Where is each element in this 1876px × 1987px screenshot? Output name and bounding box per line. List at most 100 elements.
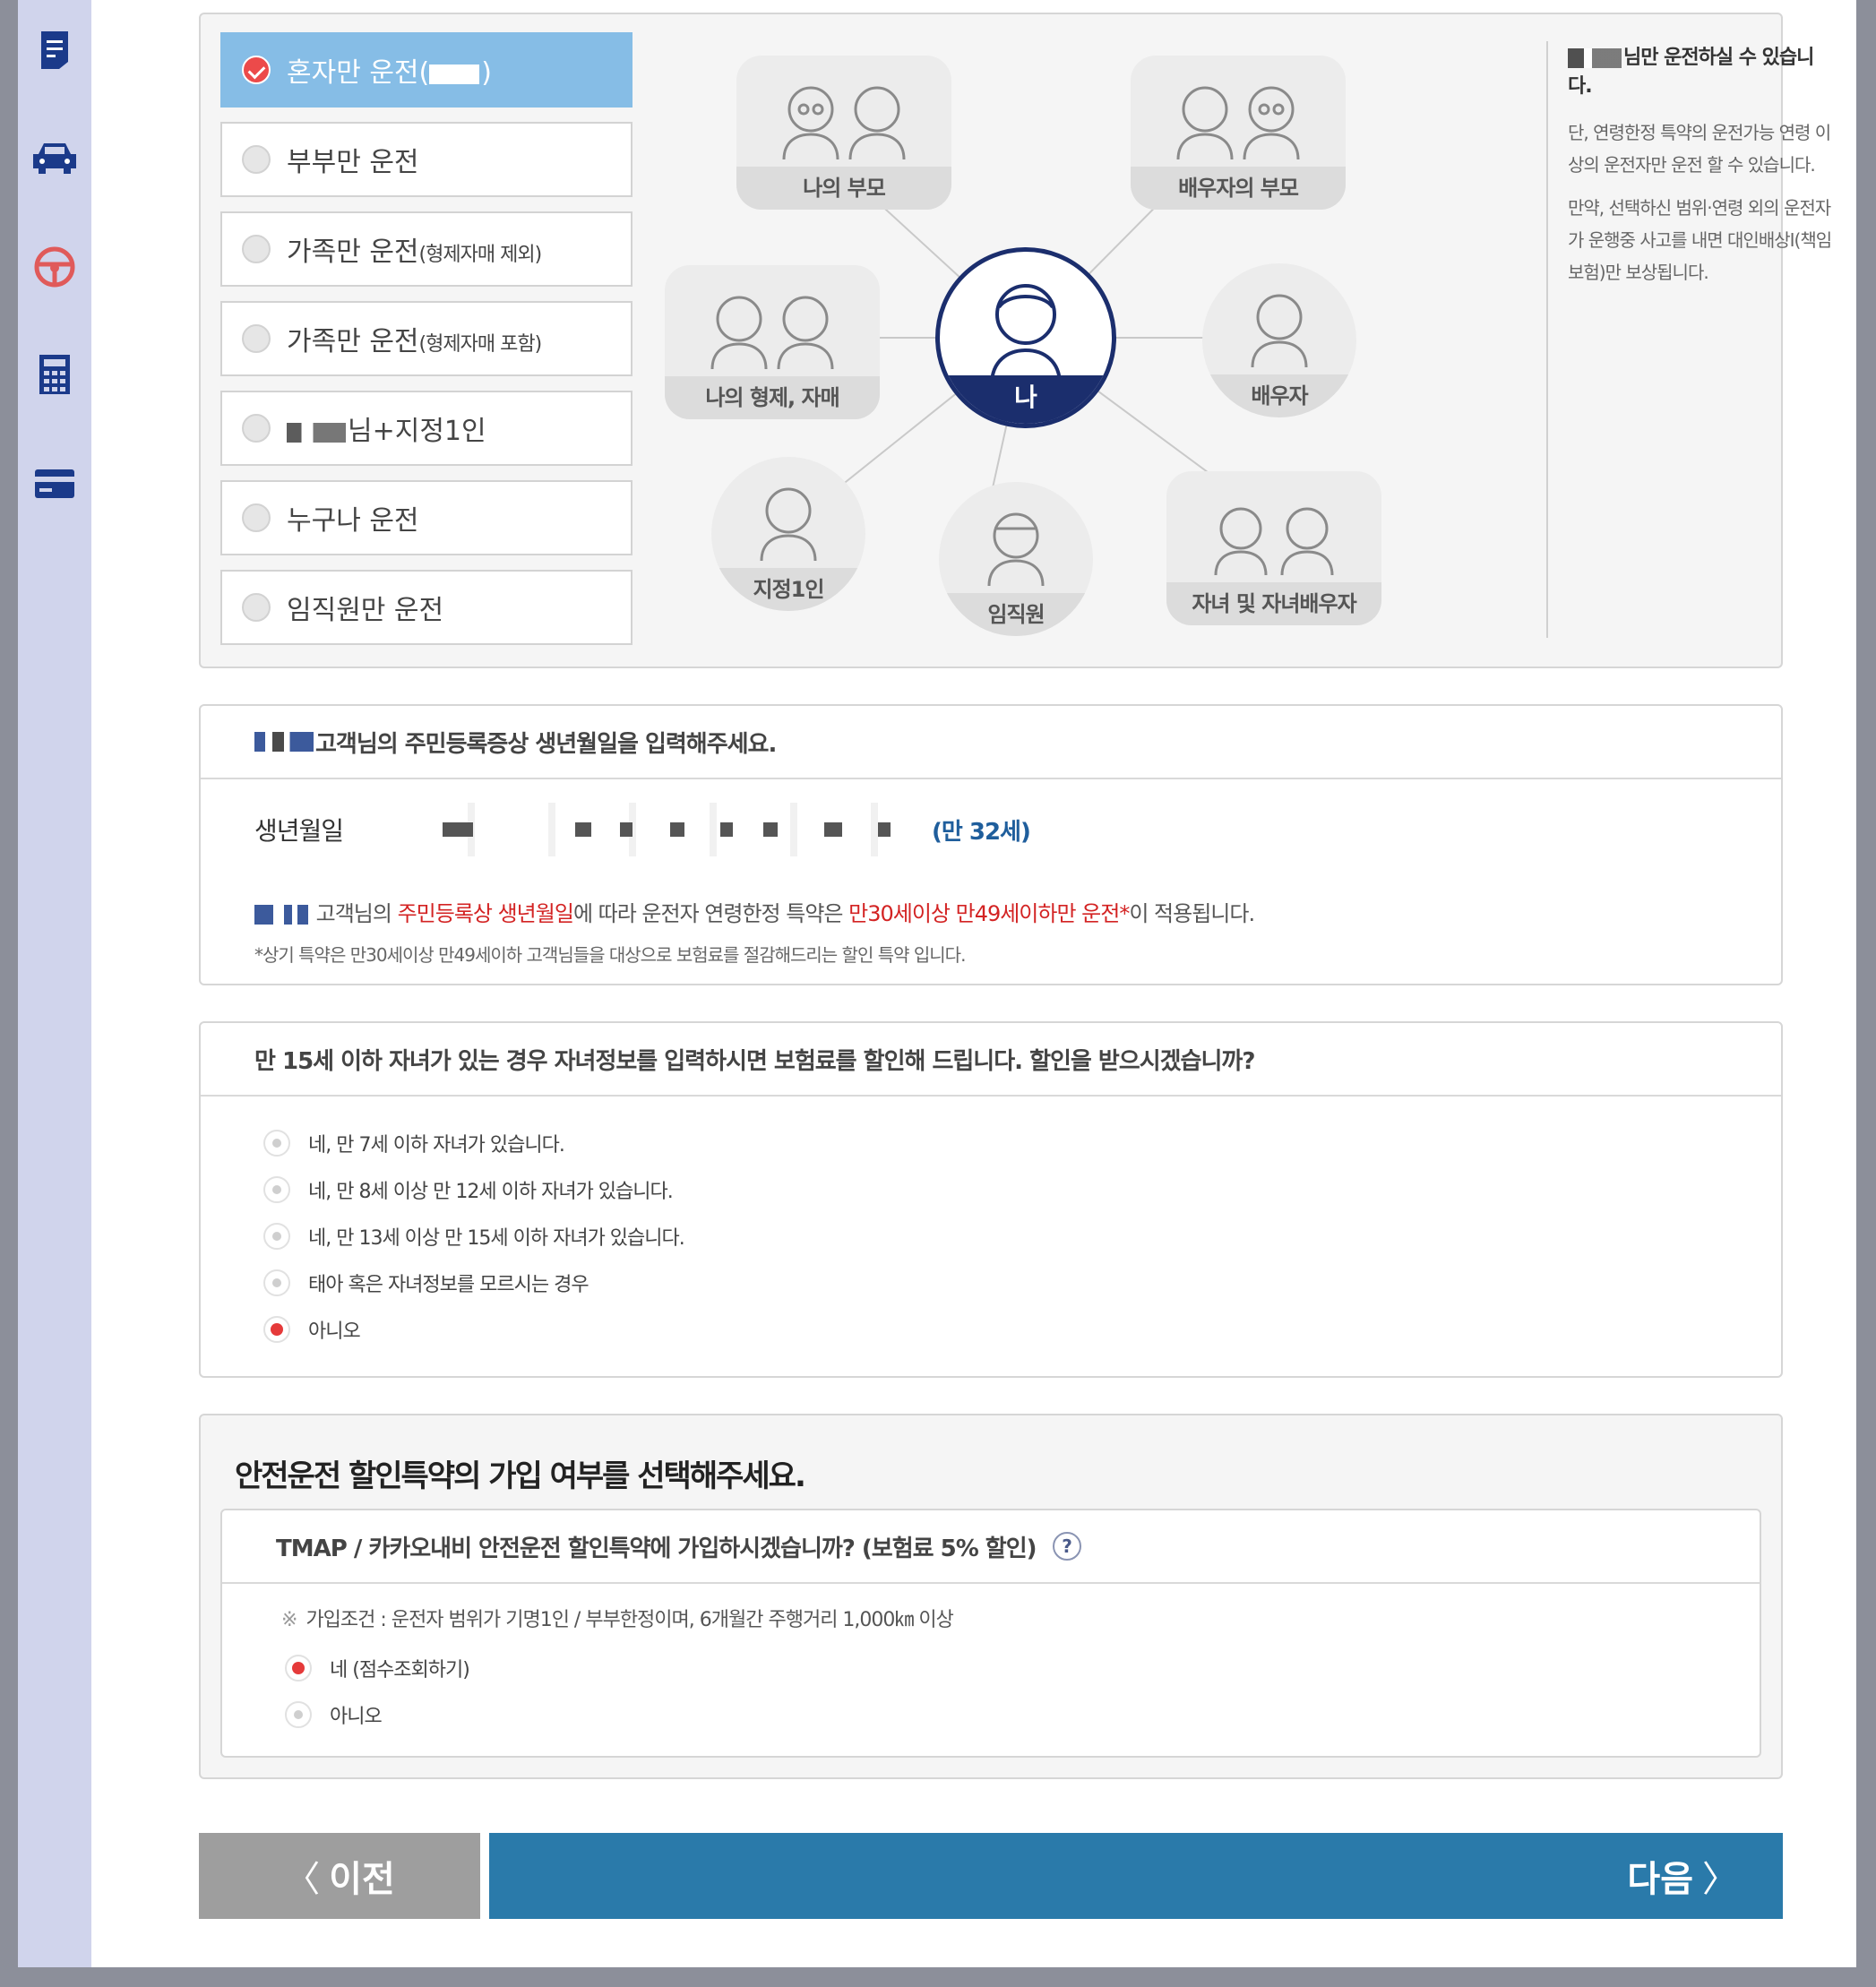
birthdate-label: 생년월일: [254, 816, 344, 846]
driver-option-employees[interactable]: 임직원만 운전: [220, 570, 633, 645]
node-label: 지정1인: [711, 568, 865, 611]
masked-name: [429, 64, 480, 84]
info-paragraph-2: 만약, 선택하신 범위·연령 외의 운전자가 운행중 사고를 내면 대인배상Ⅰ(…: [1568, 197, 1832, 283]
next-button[interactable]: 다음 〉: [489, 1833, 1783, 1919]
node-spouse: 배우자: [1202, 263, 1356, 417]
left-frame: [0, 0, 18, 1987]
option-suffix: (형제자매 제외): [418, 244, 543, 266]
node-employee: 임직원: [939, 482, 1093, 636]
masked-name: [287, 422, 346, 443]
radio-icon: [263, 1269, 290, 1296]
car-icon[interactable]: [31, 134, 78, 181]
info-title: 님만 운전하실 수 있습니다.: [1568, 47, 1814, 98]
safe-driving-panel: 안전운전 할인특약의 가입 여부를 선택해주세요. TMAP / 카카오내비 안…: [199, 1414, 1783, 1779]
option-label: 혼자만 운전(: [287, 57, 430, 89]
node-label: 배우자: [1202, 374, 1356, 417]
node-label: 나의 부모: [736, 167, 951, 210]
radio-checked-icon: [242, 56, 271, 84]
radio-icon: [263, 1223, 290, 1250]
option-suffix: (형제자매 포함): [418, 333, 543, 356]
reference-mark-icon: ※: [281, 1609, 297, 1631]
main-content: 혼자만 운전() 부부만 운전 가족만 운전(형제자매 제외) 가족만 운전(형…: [91, 0, 1856, 1967]
child-discount-options: 네, 만 7세 이하 자녀가 있습니다. 네, 만 8세 이상 만 12세 이하…: [263, 1120, 685, 1353]
chevron-left-icon: 〈: [284, 1860, 321, 1899]
divider: [1546, 41, 1548, 638]
child-option-no[interactable]: 아니오: [263, 1306, 684, 1353]
right-frame: [1856, 0, 1876, 1987]
option-label: 가족만 운전: [287, 237, 419, 268]
radio-selected-icon: [285, 1655, 312, 1682]
birthdate-header: 고객님의 주민등록증상 생년월일을 입력해주세요.: [201, 706, 1781, 779]
radio-icon: [242, 593, 271, 622]
node-label: 자녀 및 자녀배우자: [1166, 582, 1381, 625]
radio-icon: [285, 1701, 312, 1728]
safe-option-yes[interactable]: 네 (점수조회하기): [285, 1645, 470, 1691]
node-me: 나: [935, 247, 1116, 428]
designated-figure-icon: [760, 487, 817, 562]
child-option-13-15[interactable]: 네, 만 13세 이상 만 15세 이하 자녀가 있습니다.: [263, 1213, 685, 1260]
masked-name: [1568, 48, 1622, 68]
child-option-under7[interactable]: 네, 만 7세 이하 자녀가 있습니다.: [263, 1120, 684, 1166]
option-label: 임직원만 운전: [287, 595, 444, 626]
birthdate-row: 생년월일 (만 32세): [254, 803, 1031, 856]
masked-name: [254, 732, 314, 752]
option-label: 님+지정1인: [348, 416, 486, 447]
node-siblings: 나의 형제, 자매: [665, 265, 880, 419]
node-spouse-parents: 배우자의 부모: [1131, 56, 1346, 210]
radio-icon: [242, 324, 271, 353]
safe-driving-title: 안전운전 할인특약의 가입 여부를 선택해주세요.: [235, 1458, 806, 1494]
driver-option-designated[interactable]: 님+지정1인: [220, 391, 633, 466]
driver-option-family-incl[interactable]: 가족만 운전(형제자매 포함): [220, 301, 633, 376]
age-display: (만 32세): [932, 818, 1031, 846]
children-figure-icon: [1214, 507, 1334, 576]
child-discount-header: 만 15세 이하 자녀가 있는 경우 자녀정보를 입력하시면 보험료를 할인해 …: [201, 1023, 1781, 1097]
child-option-8-12[interactable]: 네, 만 8세 이상 만 12세 이하 자녀가 있습니다.: [263, 1166, 684, 1213]
radio-icon: [242, 414, 271, 443]
steering-wheel-icon[interactable]: [31, 244, 78, 290]
option-label: 누구나 운전: [287, 505, 419, 537]
radio-icon: [263, 1130, 290, 1157]
safe-driving-question: TMAP / 카카오내비 안전운전 할인특약에 가입하시겠습니까? (보험료 5…: [222, 1510, 1760, 1584]
child-option-unknown[interactable]: 태아 혹은 자녀정보를 모르시는 경우: [263, 1260, 684, 1306]
next-label: 다음: [1627, 1860, 1693, 1899]
calculator-icon[interactable]: [31, 351, 78, 398]
prev-button[interactable]: 〈 이전: [199, 1833, 480, 1919]
siblings-figure-icon: [710, 296, 834, 370]
option-suffix: ): [481, 57, 492, 89]
parents-figure-icon: [1176, 86, 1300, 160]
node-designated: 지정1인: [711, 457, 865, 611]
node-my-parents: 나의 부모: [736, 56, 951, 210]
info-paragraph-1: 단, 연령한정 특약의 운전가능 연령 이상의 운전자만 운전 할 수 있습니다…: [1568, 122, 1831, 176]
sidebar: [18, 0, 91, 1967]
bottom-frame: [0, 1967, 1876, 1987]
age-notice: 고객님의 주민등록상 생년월일에 따라 운전자 연령한정 특약은 만30세이상 …: [254, 896, 1255, 927]
radio-selected-icon: [263, 1316, 290, 1343]
safe-option-no[interactable]: 아니오: [285, 1691, 469, 1738]
driver-option-couple[interactable]: 부부만 운전: [220, 122, 633, 197]
safe-driving-condition: ※ 가입조건 : 운전자 범위가 기명1인 / 부부한정이며, 6개월간 주행거리…: [281, 1609, 954, 1631]
chevron-right-icon: 〉: [1702, 1860, 1738, 1899]
radio-icon: [242, 503, 271, 532]
node-label: 임직원: [939, 593, 1093, 636]
birthdate-masked-value: [432, 803, 916, 856]
help-icon[interactable]: ?: [1052, 1532, 1081, 1561]
radio-icon: [242, 145, 271, 174]
safe-driving-options: 네 (점수조회하기) 아니오: [285, 1645, 470, 1738]
driver-scope-panel: 혼자만 운전() 부부만 운전 가족만 운전(형제자매 제외) 가족만 운전(형…: [199, 13, 1832, 668]
radio-icon: [263, 1176, 290, 1203]
parents-figure-icon: [782, 86, 906, 160]
relationship-diagram: 나의 부모 배우자의 부모 나의 형제, 자매 배우자 지정1인 임직원 자녀 …: [665, 25, 1643, 652]
child-discount-panel: 만 15세 이하 자녀가 있는 경우 자녀정보를 입력하시면 보험료를 할인해 …: [199, 1021, 1783, 1378]
document-icon[interactable]: [31, 27, 78, 73]
spouse-figure-icon: [1251, 294, 1308, 368]
option-label: 가족만 운전: [287, 326, 419, 357]
credit-card-icon[interactable]: [31, 460, 78, 507]
driver-option-anyone[interactable]: 누구나 운전: [220, 480, 633, 555]
me-figure-icon: [990, 284, 1062, 385]
node-children: 자녀 및 자녀배우자: [1166, 471, 1381, 625]
safe-driving-subpanel: TMAP / 카카오내비 안전운전 할인특약에 가입하시겠습니까? (보험료 5…: [220, 1509, 1761, 1758]
driver-option-family-excl[interactable]: 가족만 운전(형제자매 제외): [220, 211, 633, 287]
driver-option-solo[interactable]: 혼자만 운전(): [220, 32, 633, 108]
node-label: 배우자의 부모: [1131, 167, 1346, 210]
age-footnote: *상기 특약은 만30세이상 만49세이하 고객님들을 대상으로 보험료를 절감…: [254, 944, 966, 966]
